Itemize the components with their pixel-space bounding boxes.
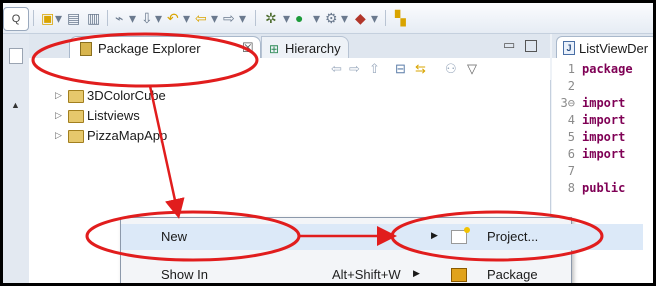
view-menu-icon[interactable]: ⚇: [445, 61, 457, 77]
dropdown-icon[interactable]: ▾: [129, 9, 136, 27]
package-icon: [451, 268, 467, 282]
run-icon[interactable]: ●: [295, 9, 303, 27]
submenu-arrow-icon: ▶: [413, 268, 420, 278]
hierarchy-icon: ⊞: [269, 42, 280, 56]
back-icon[interactable]: ⇦: [195, 9, 207, 27]
minimize-icon[interactable]: ▭: [503, 37, 515, 53]
dropdown-icon[interactable]: ▾: [211, 9, 218, 27]
print-icon[interactable]: ▥: [87, 9, 100, 27]
coverage-icon[interactable]: ◆: [355, 9, 366, 27]
document-icon[interactable]: [9, 48, 23, 64]
tab-label: Hierarchy: [285, 41, 341, 56]
eclipse-window: Q ▣ ▾ ▤ ▥ ⌁ ▾ ⇩ ▾ ↶ ▾ ⇦ ▾ ⇨ ▾ ✲ ▾ ● ▾ ⚙ …: [3, 3, 653, 283]
quick-access-icon[interactable]: Q: [3, 7, 29, 31]
toolbar-separator: [33, 10, 34, 26]
submenu-arrow-icon: ▶: [431, 230, 438, 240]
submenu-item-label: Package: [487, 267, 538, 282]
tab-hierarchy[interactable]: ⊞ Hierarchy: [261, 36, 349, 59]
expand-icon[interactable]: ▷: [55, 130, 62, 141]
chevron-down-icon[interactable]: ▽: [467, 61, 477, 77]
new-wizard-icon[interactable]: ▣: [41, 9, 54, 27]
dropdown-icon[interactable]: ▾: [239, 9, 246, 27]
tab-label: Package Explorer: [98, 41, 201, 56]
expand-icon[interactable]: ▷: [55, 110, 62, 121]
toolbar-separator: [107, 10, 108, 26]
project-folder-icon: [68, 90, 84, 103]
link-with-editor-icon[interactable]: ⇆: [415, 61, 426, 77]
project-folder-icon: [68, 130, 84, 143]
dropdown-icon[interactable]: ▾: [283, 9, 290, 27]
save-icon[interactable]: ▤: [67, 9, 80, 27]
build-icon[interactable]: ⌁: [115, 9, 123, 27]
dropdown-icon[interactable]: ▾: [183, 9, 190, 27]
forward-icon[interactable]: ⇨: [223, 9, 235, 27]
up-icon[interactable]: ⇧: [369, 61, 380, 77]
dropdown-icon[interactable]: ▾: [55, 9, 62, 27]
project-name: PizzaMapApp: [87, 128, 168, 143]
minimized-views-strip: ▲: [3, 34, 30, 283]
submenu-item-package[interactable]: Package: [443, 262, 643, 283]
submenu-item-label: Project...: [487, 229, 539, 244]
context-menu: New ▶ Show In Alt+Shift+W ▶ Project... P…: [120, 217, 643, 283]
main-toolbar: Q ▣ ▾ ▤ ▥ ⌁ ▾ ⇩ ▾ ↶ ▾ ⇦ ▾ ⇨ ▾ ✲ ▾ ● ▾ ⚙ …: [3, 3, 653, 34]
debug-icon[interactable]: ✲: [265, 9, 277, 27]
close-icon[interactable]: ☒: [242, 40, 254, 56]
java-file-icon: J: [563, 41, 575, 55]
menu-item-label: New: [161, 229, 188, 244]
next-annotation-icon[interactable]: ⇩: [141, 9, 153, 27]
new-java-project-icon[interactable]: ▚: [395, 9, 406, 27]
dropdown-icon[interactable]: ▾: [313, 9, 320, 27]
last-edit-icon[interactable]: ↶: [167, 9, 179, 27]
toolbar-separator: [385, 10, 386, 26]
external-tools-icon[interactable]: ⚙: [325, 9, 338, 27]
maximize-icon[interactable]: [525, 40, 537, 52]
back-icon[interactable]: ⇦: [331, 61, 342, 77]
new-submenu: Project... Package: [443, 218, 643, 283]
project-name: 3DColorCube: [87, 88, 166, 103]
new-project-icon: [451, 227, 470, 244]
collapse-all-icon[interactable]: ⊟: [395, 61, 406, 77]
menu-item-label: Show In: [161, 267, 208, 282]
dropdown-icon[interactable]: ▾: [155, 9, 162, 27]
expand-icon[interactable]: ▷: [55, 90, 62, 101]
package-explorer-tabbar: Package Explorer ☒ ⊞ Hierarchy ▭: [29, 34, 550, 59]
forward-icon[interactable]: ⇨: [349, 61, 360, 77]
tab-package-explorer[interactable]: Package Explorer ☒: [69, 36, 261, 59]
dropdown-icon[interactable]: ▾: [371, 9, 378, 27]
toolbar-separator: [255, 10, 256, 26]
menu-item-shortcut: Alt+Shift+W: [332, 267, 401, 282]
package-explorer-icon: [80, 42, 92, 56]
editor-tabbar: J ListViewDer: [552, 34, 653, 59]
tab-editor-file[interactable]: J ListViewDer: [556, 36, 653, 59]
project-folder-icon: [68, 110, 84, 123]
scroll-up-icon[interactable]: ▲: [11, 100, 20, 110]
view-toolbar: ⇦ ⇨ ⇧ ⊟ ⇆ ⚇ ▽: [29, 58, 550, 80]
editor-tab-label: ListViewDer: [579, 41, 649, 56]
project-name: Listviews: [87, 108, 140, 123]
dropdown-icon[interactable]: ▾: [341, 9, 348, 27]
submenu-item-project[interactable]: Project...: [443, 224, 643, 250]
